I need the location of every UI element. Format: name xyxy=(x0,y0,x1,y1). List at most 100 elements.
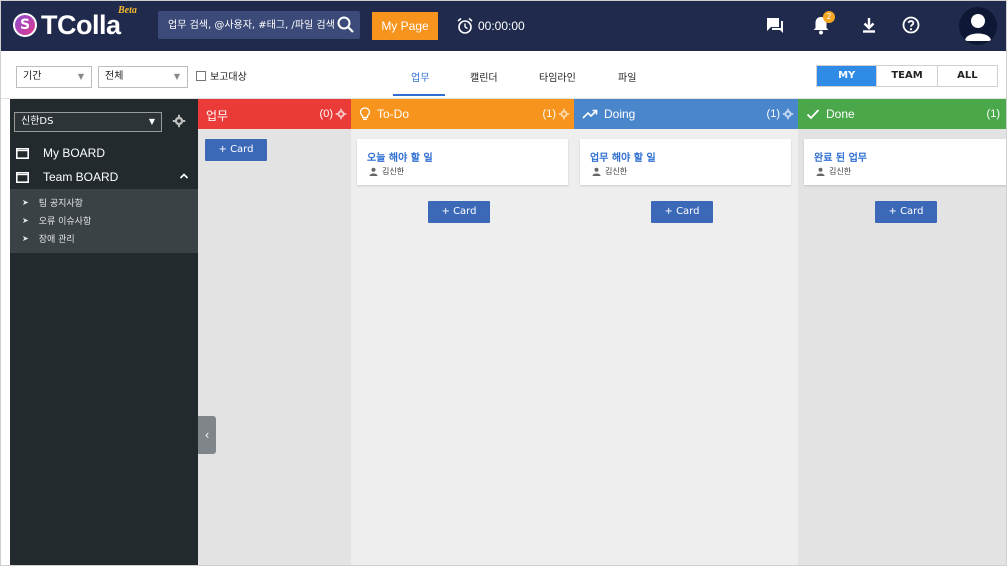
logo-mark-icon: S xyxy=(13,13,37,37)
column-title: Doing xyxy=(582,107,635,121)
submenu-item[interactable]: ➤ 장애 관리 xyxy=(22,230,75,246)
scope-select[interactable]: 전체 ▼ xyxy=(98,66,188,88)
card-title: 업무 해야 할 일 xyxy=(590,153,656,164)
submenu-item[interactable]: ➤ 팀 공지사항 xyxy=(22,194,83,210)
report-target-label: 보고대상 xyxy=(210,72,247,83)
search-input[interactable] xyxy=(158,11,334,39)
toggle-all[interactable]: ALL xyxy=(936,66,997,86)
card-assignee: 김신한 xyxy=(816,166,851,177)
checkbox-icon[interactable] xyxy=(196,70,206,81)
column-title: 업무 xyxy=(206,107,228,124)
column-count: (1) xyxy=(542,108,556,120)
submenu-item[interactable]: ➤ 오류 이슈사항 xyxy=(22,212,91,228)
gear-icon[interactable] xyxy=(172,114,186,128)
board-column-todo: To-Do (1) 오늘 해야 할 일 김신한 + Card xyxy=(351,99,574,565)
gear-icon[interactable] xyxy=(782,108,794,120)
download-icon[interactable] xyxy=(857,13,881,37)
check-icon xyxy=(806,109,820,120)
task-card[interactable]: 업무 해야 할 일 김신한 xyxy=(580,139,791,185)
alarm-clock-icon xyxy=(457,17,473,34)
card-title: 오늘 해야 할 일 xyxy=(367,153,433,164)
brand-name: TColla xyxy=(41,9,121,40)
sidebar: 신한DS ▼ My BOARD Team BOARD ➤ 팀 공지사항 ➤ 오류… xyxy=(10,99,198,565)
card-assignee-name: 김신한 xyxy=(382,167,405,176)
arrow-right-icon: ➤ xyxy=(22,233,29,243)
submenu-item-label: 팀 공지사항 xyxy=(38,198,83,209)
folder-icon xyxy=(16,171,29,183)
chevron-down-icon: ▼ xyxy=(77,72,84,81)
avatar[interactable] xyxy=(959,7,997,45)
team-select[interactable]: 신한DS ▼ xyxy=(14,112,162,132)
trend-icon xyxy=(582,109,598,119)
chevron-down-icon: ▼ xyxy=(173,72,180,81)
column-title: To-Do xyxy=(359,107,409,121)
tab-timeline[interactable]: 타임라인 xyxy=(539,69,576,84)
gear-icon[interactable] xyxy=(335,108,347,120)
timer-value: 00:00:00 xyxy=(478,19,525,33)
column-title-text: To-Do xyxy=(377,107,410,121)
help-icon[interactable] xyxy=(899,13,923,37)
chevron-left-icon: ‹ xyxy=(204,428,210,442)
board-column-work: 업무 (0) + Card xyxy=(198,99,351,565)
user-icon xyxy=(369,167,378,176)
tab-work[interactable]: 업무 xyxy=(411,69,429,84)
chat-icon[interactable] xyxy=(763,13,787,37)
sidebar-item-my-board[interactable]: My BOARD xyxy=(10,141,198,165)
team-board-submenu: ➤ 팀 공지사항 ➤ 오류 이슈사항 ➤ 장애 관리 xyxy=(10,189,198,253)
sidebar-item-label: My BOARD xyxy=(43,146,106,160)
column-header: Done (1) xyxy=(798,99,1006,129)
avatar-icon xyxy=(965,14,991,41)
column-count: (0) xyxy=(319,108,333,120)
tab-file[interactable]: 파일 xyxy=(618,69,636,84)
chevron-down-icon: ▼ xyxy=(148,117,155,126)
add-card-button[interactable]: + Card xyxy=(875,201,937,223)
chevron-up-icon[interactable] xyxy=(178,170,190,182)
card-assignee-name: 김신한 xyxy=(829,167,852,176)
add-card-button[interactable]: + Card xyxy=(205,139,267,161)
add-card-button[interactable]: + Card xyxy=(651,201,713,223)
search-icon[interactable] xyxy=(336,15,356,35)
submenu-item-label: 장애 관리 xyxy=(38,234,75,245)
card-assignee: 김신한 xyxy=(592,166,627,177)
team-select-value: 신한DS xyxy=(21,116,54,127)
column-title: Done xyxy=(806,107,855,121)
view-scope-toggle: MY TEAM ALL xyxy=(816,65,998,87)
column-count: (1) xyxy=(986,108,1000,120)
tab-calendar[interactable]: 캘린더 xyxy=(470,69,498,84)
active-tab-indicator xyxy=(393,94,445,96)
period-select[interactable]: 기간 ▼ xyxy=(16,66,92,88)
toggle-team[interactable]: TEAM xyxy=(876,66,936,86)
lightbulb-icon xyxy=(359,107,371,120)
toggle-my[interactable]: MY xyxy=(817,66,877,86)
task-card[interactable]: 오늘 해야 할 일 김신한 xyxy=(357,139,568,185)
column-header: 업무 (0) xyxy=(198,99,351,129)
column-title-text: Done xyxy=(826,107,855,121)
gear-icon[interactable] xyxy=(558,108,570,120)
arrow-right-icon: ➤ xyxy=(22,215,29,225)
column-title-text: 업무 xyxy=(206,109,229,123)
task-card[interactable]: 완료 된 업무 김신한 xyxy=(804,139,1006,185)
logo-letter: S xyxy=(19,17,31,33)
beta-badge: Beta xyxy=(118,5,137,16)
report-target-checkbox[interactable]: 보고대상 xyxy=(196,68,247,83)
scope-select-value: 전체 xyxy=(105,71,124,82)
sidebar-item-label: Team BOARD xyxy=(43,170,119,184)
arrow-right-icon: ➤ xyxy=(22,197,29,207)
top-bar: S TColla Beta My Page 00:00:00 xyxy=(1,1,1006,51)
column-header: Doing (1) xyxy=(574,99,798,129)
card-assignee-name: 김신한 xyxy=(605,167,628,176)
user-icon xyxy=(816,167,825,176)
notification-badge: 2 xyxy=(823,11,835,23)
column-title-text: Doing xyxy=(604,107,636,121)
add-card-button[interactable]: + Card xyxy=(428,201,490,223)
period-select-value: 기간 xyxy=(23,71,42,82)
sidebar-collapse-button[interactable]: ‹ xyxy=(198,416,216,454)
app-window: S TColla Beta My Page 00:00:00 xyxy=(0,0,1007,566)
sidebar-item-team-board[interactable]: Team BOARD xyxy=(10,165,198,189)
submenu-item-label: 오류 이슈사항 xyxy=(38,216,92,227)
folder-icon xyxy=(16,147,29,159)
board-column-done: Done (1) 완료 된 업무 김신한 + Card xyxy=(798,99,1006,565)
my-page-button[interactable]: My Page xyxy=(372,12,438,40)
work-timer[interactable]: 00:00:00 xyxy=(456,15,525,37)
app-logo[interactable]: S TColla Beta xyxy=(13,5,137,43)
